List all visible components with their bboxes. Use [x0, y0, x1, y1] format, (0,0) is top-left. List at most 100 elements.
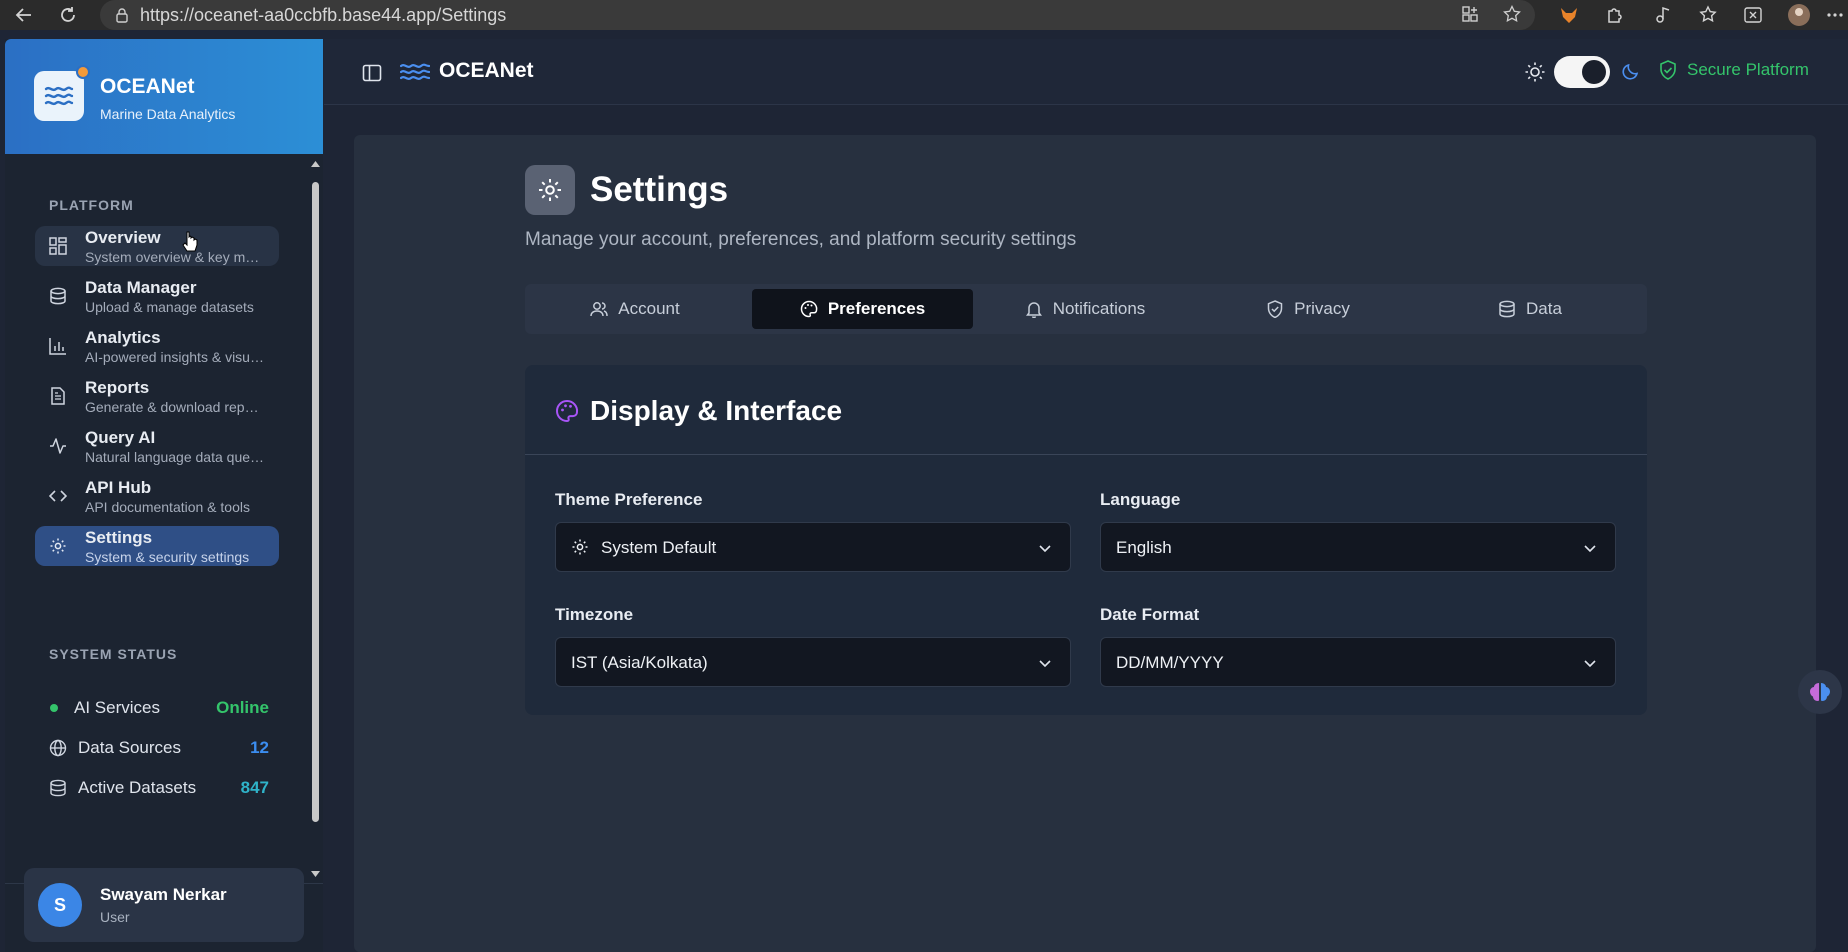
sidebar-item-query-ai[interactable]: Query AI Natural language data queries: [35, 426, 279, 466]
profile-avatar-icon[interactable]: [1786, 2, 1812, 28]
back-icon[interactable]: [10, 1, 38, 29]
notification-dot: [76, 65, 90, 79]
date-format-label: Date Format: [1100, 605, 1200, 624]
secure-platform-badge: Secure Platform: [1659, 60, 1809, 80]
tab-label: Data: [1526, 299, 1562, 318]
language-label: Language: [1100, 490, 1181, 509]
scroll-up-icon[interactable]: [311, 160, 320, 168]
brand-header: OCEANet Marine Data Analytics: [5, 39, 323, 154]
status-label: Data Sources: [78, 738, 181, 757]
chevron-down-icon: [1584, 545, 1596, 553]
tab-notifications[interactable]: Notifications: [985, 289, 1185, 329]
fox-extension-icon[interactable]: [1556, 2, 1582, 28]
bar-chart-icon: [49, 338, 66, 355]
file-icon: [51, 387, 65, 405]
timezone-label: Timezone: [555, 605, 634, 624]
database-icon: [1499, 300, 1515, 318]
chevron-down-icon: [1584, 660, 1596, 668]
online-dot-icon: [50, 704, 58, 712]
status-active-datasets: Active Datasets 847: [49, 776, 269, 800]
theme-preference-label: Theme Preference: [555, 490, 703, 509]
display-interface-card: Display & Interface Theme Preference Sys…: [525, 365, 1647, 715]
user-name: Swayam Nerkar: [100, 885, 227, 904]
scroll-down-icon[interactable]: [311, 870, 320, 878]
sidebar-item-analytics[interactable]: Analytics AI-powered insights & visualiz…: [35, 326, 279, 366]
app-install-icon[interactable]: [1461, 5, 1479, 23]
browser-toolbar: https://oceanet-aa0ccbfb.base44.app/Sett…: [0, 0, 1848, 30]
tab-data[interactable]: Data: [1430, 289, 1630, 329]
more-menu-icon[interactable]: [1822, 2, 1848, 28]
gear-icon: [539, 179, 561, 201]
tab-label: Notifications: [1052, 299, 1146, 318]
palette-icon: [556, 399, 579, 423]
reload-icon[interactable]: [54, 1, 82, 29]
status-label: Active Datasets: [78, 778, 197, 797]
ai-assistant-button[interactable]: [1798, 670, 1842, 714]
avatar: S: [38, 883, 82, 927]
status-label: AI Services: [74, 698, 160, 717]
sidebar-item-description: Upload & manage datasets: [85, 299, 254, 315]
sidebar-item-description: System overview & key metrics: [85, 249, 265, 265]
select-value: DD/MM/YYYY: [1116, 653, 1224, 672]
activity-icon: [50, 438, 66, 454]
sidebar-item-description: Generate & download reports: [85, 399, 265, 415]
tab-label: Privacy: [1294, 299, 1350, 318]
sidebar-scrollbar[interactable]: [308, 156, 323, 886]
url-text: https://oceanet-aa0ccbfb.base44.app/Sett…: [140, 4, 507, 25]
address-bar[interactable]: https://oceanet-aa0ccbfb.base44.app/Sett…: [100, 0, 1535, 30]
user-role: User: [100, 909, 130, 925]
brand-name: OCEANet: [100, 75, 195, 98]
settings-page-icon: [525, 165, 575, 215]
app-title: OCEANet: [439, 59, 534, 82]
language-select[interactable]: English: [1100, 522, 1616, 572]
sidebar-item-api-hub[interactable]: API Hub API documentation & tools: [35, 476, 279, 516]
sidebar-item-description: API documentation & tools: [85, 499, 250, 515]
sidebar-item-description: Natural language data queries: [85, 449, 265, 465]
favorite-star-icon[interactable]: [1503, 5, 1521, 23]
tab-label: Account: [618, 299, 680, 318]
theme-toggle[interactable]: [1554, 56, 1610, 88]
page-title: Settings: [590, 170, 729, 209]
tab-account[interactable]: Account: [535, 289, 735, 329]
grid-icon: [49, 237, 67, 255]
sidebar-item-label: Settings: [85, 528, 153, 547]
shield-icon: [1267, 300, 1283, 318]
select-value: English: [1116, 538, 1172, 557]
sidebar-item-label: Overview: [85, 228, 161, 247]
sidebar-item-label: Analytics: [85, 328, 161, 347]
theme-preference-select[interactable]: System Default: [555, 522, 1071, 572]
sidebar-toggle-icon[interactable]: [362, 63, 382, 83]
select-value: System Default: [601, 538, 717, 557]
sidebar-item-label: Reports: [85, 378, 150, 397]
card-header: Display & Interface: [525, 365, 1647, 455]
timezone-select[interactable]: IST (Asia/Kolkata): [555, 637, 1071, 687]
extensions-puzzle-icon[interactable]: [1602, 2, 1628, 28]
sidebar-item-data-manager[interactable]: Data Manager Upload & manage datasets: [35, 276, 279, 316]
split-screen-icon[interactable]: [1740, 2, 1766, 28]
sidebar-item-overview[interactable]: Overview System overview & key metrics: [35, 226, 279, 266]
user-profile-card[interactable]: S Swayam Nerkar User: [24, 868, 304, 942]
bell-icon: [1025, 302, 1042, 318]
card-title: Display & Interface: [590, 395, 843, 426]
settings-tabs: Account Preferences Notifications Privac…: [525, 284, 1647, 334]
date-format-select[interactable]: DD/MM/YYYY: [1100, 637, 1616, 687]
sidebar-item-label: Query AI: [85, 428, 156, 447]
tab-preferences[interactable]: Preferences: [752, 289, 973, 329]
app-header: OCEANet Secure Platform: [324, 39, 1848, 105]
users-icon: [590, 302, 609, 317]
select-value: IST (Asia/Kolkata): [571, 653, 708, 672]
palette-icon: [800, 300, 818, 318]
sidebar-item-description: AI-powered insights & visualizations: [85, 349, 265, 365]
database-icon: [50, 287, 66, 305]
sidebar-item-label: API Hub: [85, 478, 152, 497]
status-data-sources: Data Sources 12: [49, 736, 269, 760]
site-info-icon[interactable]: [114, 7, 130, 23]
tab-privacy[interactable]: Privacy: [1208, 289, 1408, 329]
oceanet-logo: [34, 65, 90, 121]
sidebar-item-settings[interactable]: Settings System & security settings: [35, 526, 279, 566]
scrollbar-thumb[interactable]: [312, 182, 319, 822]
mouse-cursor-icon: [182, 231, 198, 252]
media-icon[interactable]: [1650, 2, 1676, 28]
sidebar-item-reports[interactable]: Reports Generate & download reports: [35, 376, 279, 416]
favorites-icon[interactable]: [1696, 2, 1722, 28]
